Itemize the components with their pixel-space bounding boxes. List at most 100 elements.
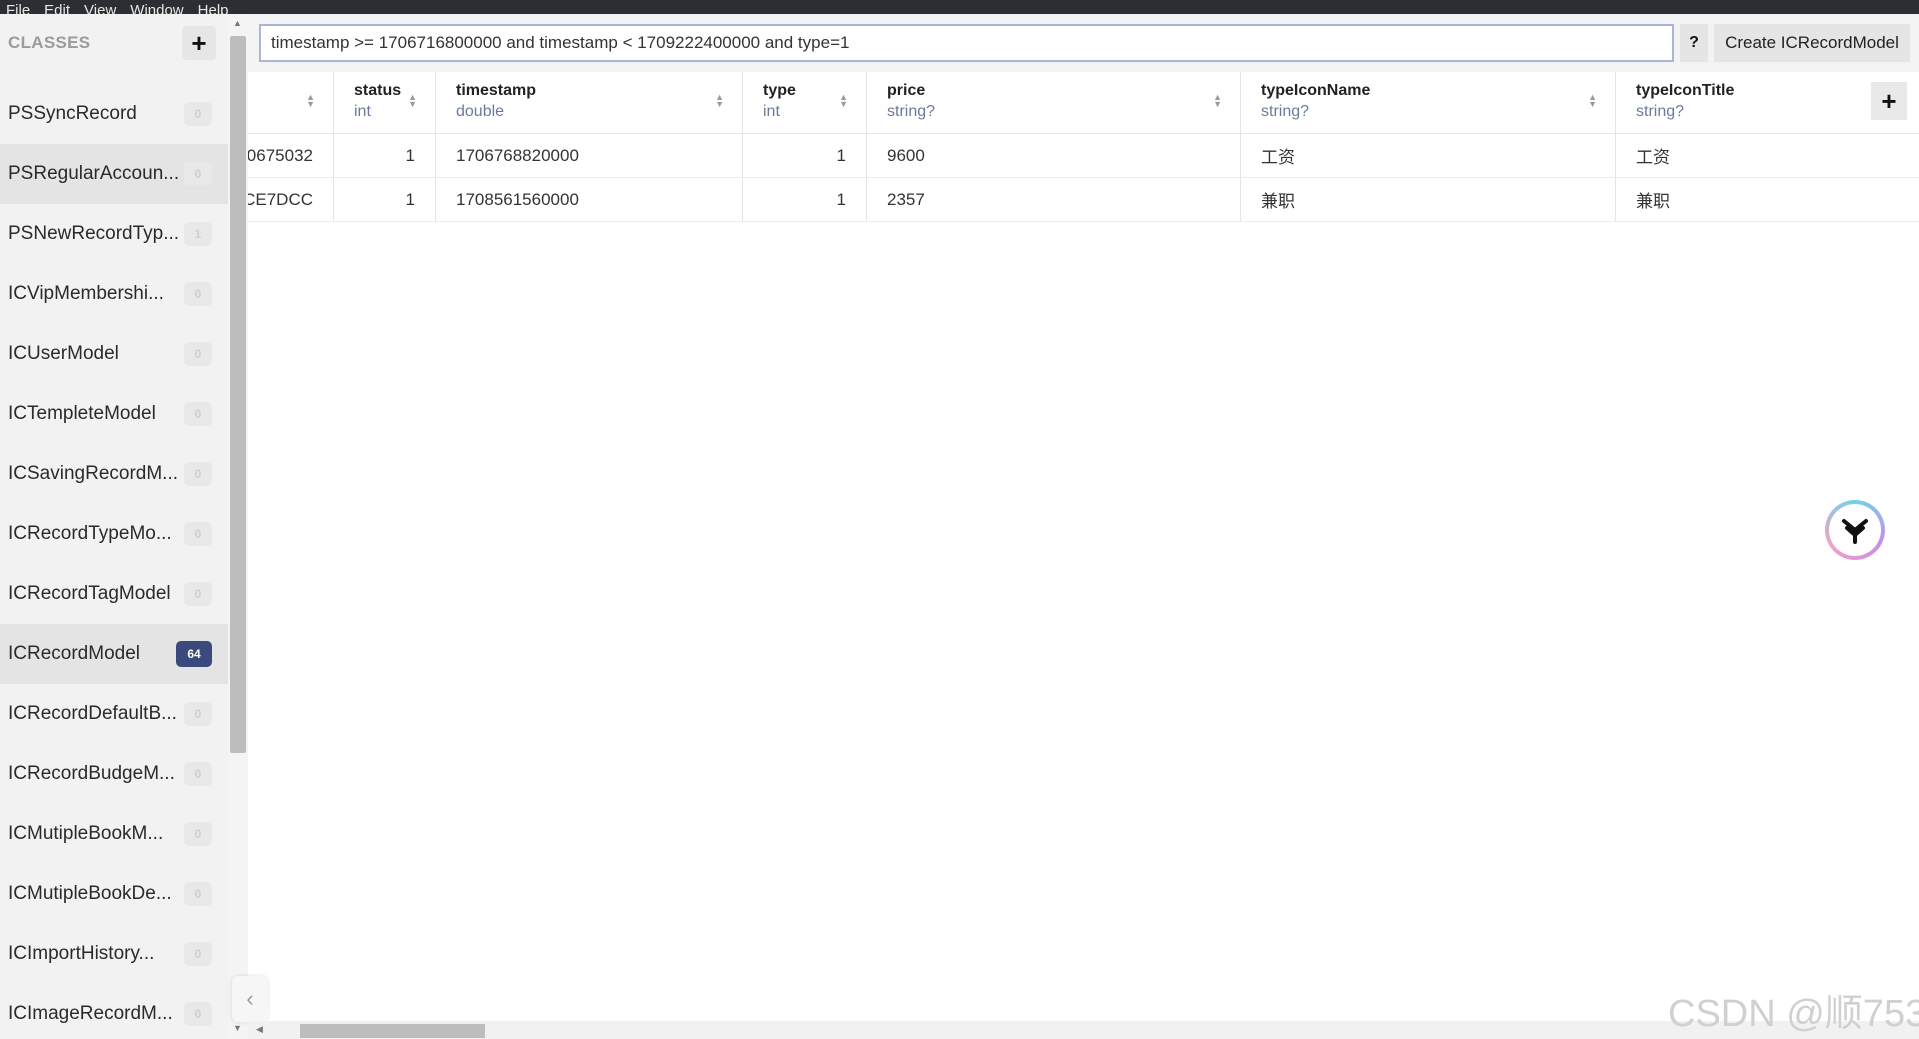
menu-view[interactable]: View — [84, 3, 116, 14]
menu-bar: File Edit View Window Help — [0, 0, 1919, 14]
sort-icon[interactable]: ▲ ▼ — [715, 93, 724, 109]
object-count-badge: 0 — [184, 582, 212, 606]
class-name: PSSyncRecord — [8, 103, 137, 124]
query-input[interactable] — [259, 24, 1674, 62]
scroll-down-arrow-icon[interactable]: ▼ — [233, 1023, 242, 1033]
sidebar-header: CLASSES + — [0, 14, 228, 72]
class-name: ICSavingRecordM... — [8, 463, 179, 484]
sort-icon[interactable]: ▲ ▼ — [1588, 93, 1597, 109]
sidebar-item-icrecordtypemodel[interactable]: ICRecordTypeMo... 0 — [0, 504, 228, 564]
sidebar-scrollbar[interactable]: ▲ ▼ — [228, 14, 248, 1039]
sidebar-item-icvipmembership[interactable]: ICVipMembershi... 0 — [0, 264, 228, 324]
object-count-badge: 0 — [184, 402, 212, 426]
object-count-badge: 0 — [184, 342, 212, 366]
query-bar: ? Create ICRecordModel — [248, 14, 1919, 72]
column-header-status[interactable]: status int ▲ ▼ — [334, 72, 436, 133]
column-header-typeiconname[interactable]: typeIconName string? ▲ ▼ — [1241, 72, 1616, 133]
column-header-type[interactable]: type int ▲ ▼ — [743, 72, 867, 133]
scroll-up-arrow-icon[interactable]: ▲ — [233, 18, 242, 28]
sidebar-item-pssyncrecord[interactable]: PSSyncRecord 0 — [0, 84, 228, 144]
scroll-left-arrow-icon[interactable]: ◀ — [256, 1024, 263, 1035]
records-table: ▲ ▼ status int ▲ ▼ timestamp double ▲ ▼ typ… — [248, 72, 1919, 222]
cell-status[interactable]: 1 — [334, 134, 436, 177]
object-count-badge: 0 — [184, 822, 212, 846]
cell-id[interactable]: 5E0675032 — [248, 134, 334, 177]
menu-file[interactable]: File — [6, 3, 30, 14]
sort-icon[interactable]: ▲ ▼ — [306, 93, 315, 109]
menu-help[interactable]: Help — [198, 3, 229, 14]
class-name: ICRecordBudgeM... — [8, 763, 175, 784]
floating-assistant-icon[interactable] — [1825, 500, 1885, 560]
sidebar-item-icsavingrecordmodel[interactable]: ICSavingRecordM... 0 — [0, 444, 228, 504]
cell-timestamp[interactable]: 1706768820000 — [436, 134, 743, 177]
create-object-button[interactable]: Create ICRecordModel — [1714, 24, 1910, 62]
object-count-badge: 0 — [184, 942, 212, 966]
object-count-badge: 0 — [184, 162, 212, 186]
cell-typeicontitle[interactable]: 兼职 — [1616, 178, 1919, 221]
sidebar-item-icrecorddefaultbook[interactable]: ICRecordDefaultB... 0 — [0, 684, 228, 744]
sidebar-item-icmutiplebookmodel[interactable]: ICMutipleBookM... 0 — [0, 804, 228, 864]
sidebar-item-ictempletemodel[interactable]: ICTempleteModel 0 — [0, 384, 228, 444]
sort-icon[interactable]: ▲ ▼ — [839, 93, 848, 109]
cell-status[interactable]: 1 — [334, 178, 436, 221]
cell-timestamp[interactable]: 1708561560000 — [436, 178, 743, 221]
object-count-badge: 0 — [184, 102, 212, 126]
sidebar-item-icmutiplebookdetail[interactable]: ICMutipleBookDe... 0 — [0, 864, 228, 924]
menu-edit[interactable]: Edit — [44, 3, 70, 14]
column-header-price[interactable]: price string? ▲ ▼ — [867, 72, 1241, 133]
object-count-badge: 0 — [184, 282, 212, 306]
chevron-left-icon: ‹ — [246, 986, 254, 1011]
sidebar-item-icimagerecordmodel[interactable]: ICImageRecordM... 0 — [0, 984, 228, 1039]
column-header-id[interactable]: ▲ ▼ — [248, 72, 334, 133]
table-row[interactable]: F37CE7DCC 1 1708561560000 1 2357 兼职 兼职 — [248, 178, 1919, 222]
class-name: ICRecordTagModel — [8, 583, 171, 604]
class-name: PSRegularAccoun... — [8, 163, 180, 184]
sidebar-item-psregularaccount[interactable]: PSRegularAccoun... 0 — [0, 144, 228, 204]
column-header-timestamp[interactable]: timestamp double ▲ ▼ — [436, 72, 743, 133]
sort-icon[interactable]: ▲ ▼ — [1213, 93, 1222, 109]
sidebar-item-psnewrecordtype[interactable]: PSNewRecordTyp... 1 — [0, 204, 228, 264]
cell-price[interactable]: 2357 — [867, 178, 1241, 221]
sidebar-item-icrecordtagmodel[interactable]: ICRecordTagModel 0 — [0, 564, 228, 624]
query-help-button[interactable]: ? — [1680, 24, 1708, 62]
sidebar-item-icusermodel[interactable]: ICUserModel 0 — [0, 324, 228, 384]
object-count-badge: 0 — [184, 522, 212, 546]
cell-type[interactable]: 1 — [743, 134, 867, 177]
class-name: ICMutipleBookDe... — [8, 883, 172, 904]
collapse-sidebar-button[interactable]: ‹ — [232, 976, 268, 1022]
sidebar-scroll-thumb[interactable] — [230, 36, 246, 753]
class-name: ICVipMembershi... — [8, 283, 164, 304]
sidebar-title: CLASSES — [8, 33, 91, 52]
cell-id[interactable]: F37CE7DCC — [248, 178, 334, 221]
table-row[interactable]: 5E0675032 1 1706768820000 1 9600 工资 工资 — [248, 134, 1919, 178]
add-class-button[interactable]: + — [182, 26, 216, 60]
cell-typeiconname[interactable]: 兼职 — [1241, 178, 1616, 221]
object-count-badge: 0 — [184, 762, 212, 786]
classes-sidebar: CLASSES + PSSyncRecord 0 PSRegularAccoun… — [0, 14, 228, 1039]
sidebar-item-icimporthistory[interactable]: ICImportHistory... 0 — [0, 924, 228, 984]
class-name: PSNewRecordTyp... — [8, 223, 180, 244]
object-count-badge: 0 — [184, 1002, 212, 1026]
cell-typeicontitle[interactable]: 工资 — [1616, 134, 1919, 177]
cell-price[interactable]: 9600 — [867, 134, 1241, 177]
object-count-badge: 0 — [184, 882, 212, 906]
sidebar-item-icrecordmodel[interactable]: ICRecordModel 64 — [0, 624, 228, 684]
sidebar-item-icrecordbudgemodel[interactable]: ICRecordBudgeM... 0 — [0, 744, 228, 804]
class-name: ICRecordTypeMo... — [8, 523, 172, 544]
class-name: ICTempleteModel — [8, 403, 156, 424]
class-name: ICImageRecordM... — [8, 1003, 173, 1024]
object-count-badge: 0 — [184, 702, 212, 726]
class-name: ICRecordModel — [8, 643, 140, 664]
cell-type[interactable]: 1 — [743, 178, 867, 221]
object-count-badge: 1 — [184, 222, 212, 246]
class-name: ICMutipleBookM... — [8, 823, 164, 844]
add-property-button[interactable]: + — [1871, 82, 1907, 120]
cell-typeiconname[interactable]: 工资 — [1241, 134, 1616, 177]
watermark: CSDN @顺753 — [1668, 993, 1919, 1035]
menu-window[interactable]: Window — [130, 3, 183, 14]
class-name: ICRecordDefaultB... — [8, 703, 177, 724]
horizontal-scroll-thumb[interactable] — [300, 1024, 485, 1038]
class-name: ICImportHistory... — [8, 943, 155, 964]
sort-icon[interactable]: ▲ ▼ — [408, 93, 417, 109]
class-list: PSSyncRecord 0 PSRegularAccoun... 0 PSNe… — [0, 84, 228, 1039]
